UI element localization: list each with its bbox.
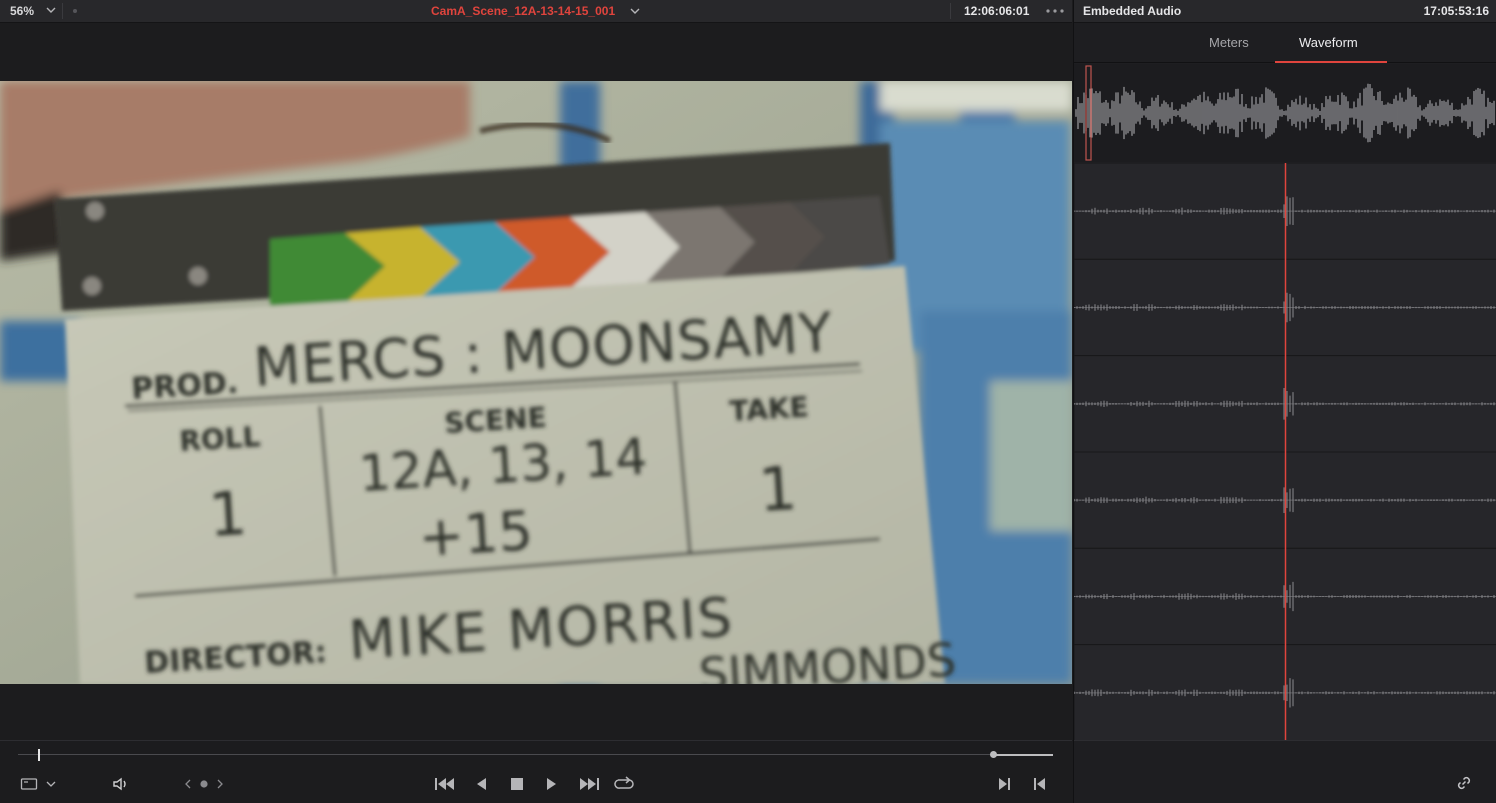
video-frame: PROD. MERCS : MOONSAMY ROLL 1 SCENE 12A,… — [0, 81, 1072, 684]
divider — [62, 3, 63, 19]
scrubber-playhead[interactable] — [38, 749, 40, 761]
chevron-down-icon[interactable] — [628, 3, 642, 19]
divider — [950, 3, 951, 19]
frame-view-icon[interactable] — [18, 773, 40, 795]
stop-icon[interactable] — [507, 773, 527, 795]
chevron-down-icon[interactable] — [44, 2, 58, 18]
viewer-toolbar: 56% CamA_Scene_12A-13-14-15_001 12:06:06… — [0, 0, 1072, 23]
prev-edit-icon[interactable] — [182, 773, 194, 795]
audio-header: Embedded Audio 17:05:53:16 — [1074, 0, 1496, 23]
viewer-panel: 56% CamA_Scene_12A-13-14-15_001 12:06:06… — [0, 0, 1072, 803]
status-dot — [73, 9, 77, 13]
tab-waveform[interactable]: Waveform — [1299, 35, 1358, 50]
viewer-timecode: 12:06:06:01 — [964, 4, 1030, 18]
clapperboard-image: PROD. MERCS : MOONSAMY ROLL 1 SCENE 12A,… — [0, 81, 1072, 684]
jump-to-start-icon[interactable] — [433, 773, 457, 795]
slate-take-value: 1 — [757, 454, 799, 526]
overview-strip — [1074, 64, 1496, 162]
volume-icon[interactable] — [110, 773, 132, 795]
audio-title: Embedded Audio — [1083, 4, 1182, 18]
clip-name[interactable]: CamA_Scene_12A-13-14-15_001 — [431, 4, 615, 18]
dot-icon[interactable] — [198, 773, 210, 795]
more-options-icon[interactable] — [1045, 3, 1065, 19]
audio-panel: Embedded Audio 17:05:53:16 Meters Wavefo… — [1073, 0, 1496, 803]
waveform-display[interactable] — [1073, 64, 1496, 742]
transport-bar — [0, 740, 1072, 803]
link-icon[interactable] — [1455, 774, 1473, 792]
zoom-level[interactable]: 56% — [10, 4, 34, 18]
loop-icon[interactable] — [612, 773, 636, 795]
scrubber-end-handle[interactable] — [990, 751, 997, 758]
tab-meters[interactable]: Meters — [1209, 35, 1249, 50]
play-icon[interactable] — [543, 773, 561, 795]
slate-scene-value-2: +15 — [417, 499, 535, 569]
audio-footer — [1074, 740, 1496, 803]
slate-roll-value: 1 — [207, 479, 249, 551]
mark-in-icon[interactable] — [994, 773, 1014, 795]
scrubber-track[interactable] — [18, 754, 993, 755]
chevron-down-icon[interactable] — [44, 773, 58, 795]
jump-to-end-icon[interactable] — [577, 773, 601, 795]
waveform-area[interactable] — [1073, 64, 1496, 742]
mark-out-icon[interactable] — [1030, 773, 1050, 795]
next-edit-icon[interactable] — [214, 773, 226, 795]
slate-prod-label: PROD. — [130, 366, 239, 407]
active-tab-indicator — [1275, 61, 1387, 63]
play-reverse-icon[interactable] — [472, 773, 490, 795]
audio-tabs: Meters Waveform — [1074, 23, 1496, 63]
slate-roll-label: ROLL — [178, 420, 261, 458]
slate-take-label: TAKE — [728, 390, 809, 428]
audio-timecode: 17:05:53:16 — [1423, 4, 1489, 18]
scrubber-range[interactable] — [993, 754, 1053, 756]
